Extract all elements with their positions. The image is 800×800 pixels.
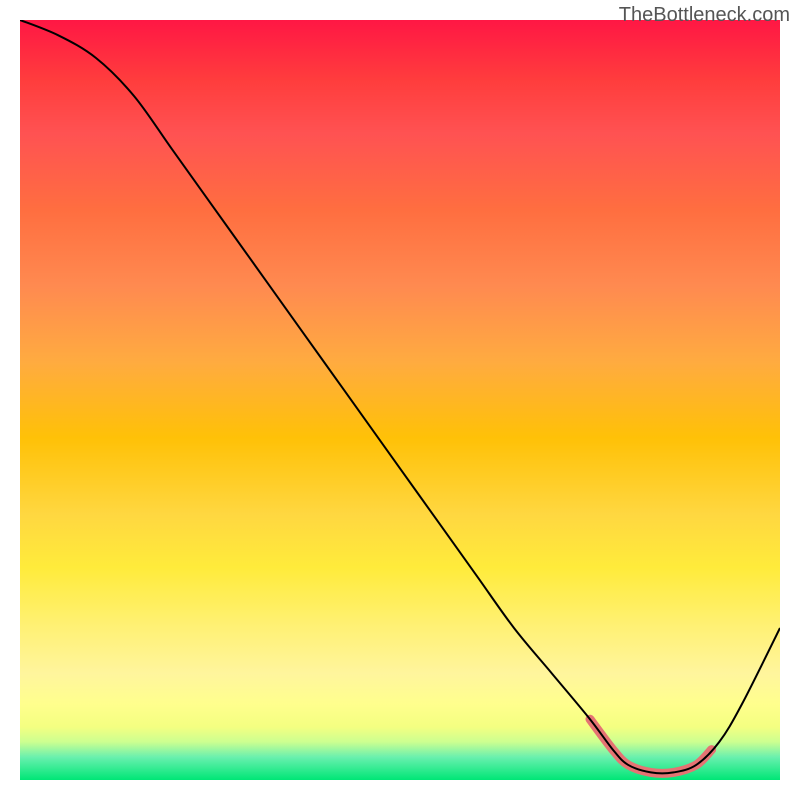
- plot-area: [20, 20, 780, 780]
- optimal-range-highlight: [590, 719, 712, 773]
- chart-container: TheBottleneck.com: [0, 0, 800, 800]
- curve-svg: [20, 20, 780, 780]
- bottleneck-curve: [20, 20, 780, 773]
- watermark-text: TheBottleneck.com: [619, 4, 790, 27]
